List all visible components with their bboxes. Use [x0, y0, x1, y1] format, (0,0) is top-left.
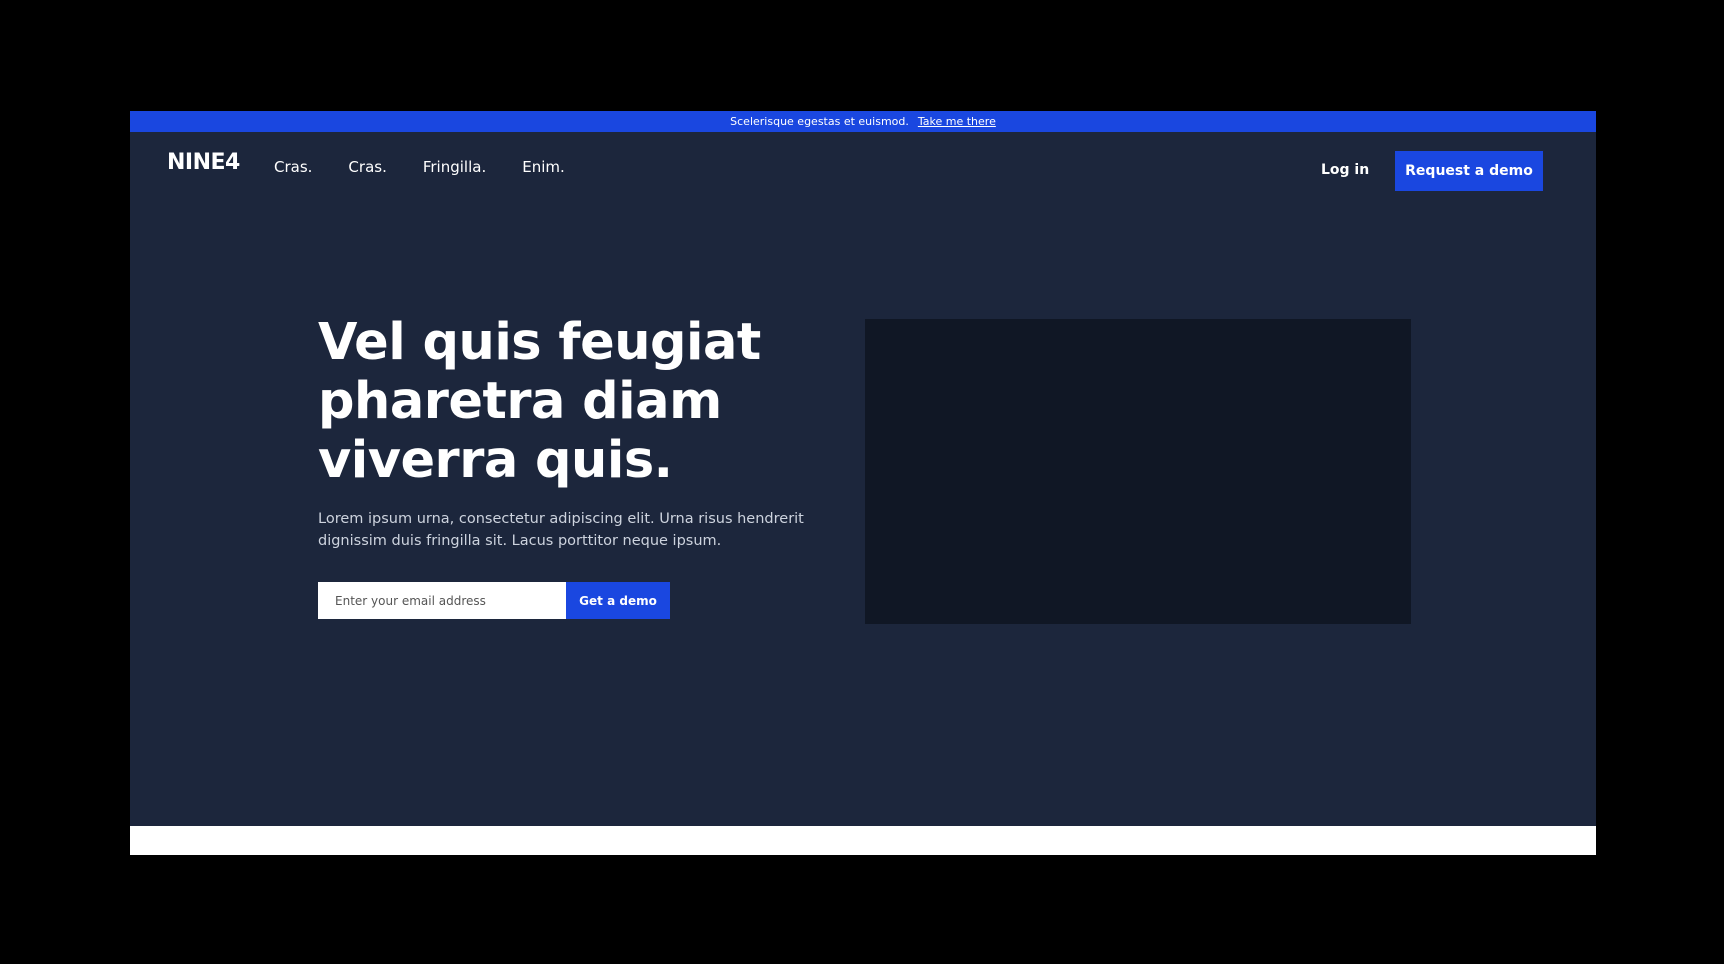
hero-media-placeholder [865, 319, 1411, 624]
announcement-link[interactable]: Take me there [918, 115, 996, 128]
nav-item-enim[interactable]: Enim. [522, 158, 565, 176]
page-frame: Scelerisque egestas et euismod. Take me … [130, 111, 1596, 855]
email-input[interactable] [318, 582, 566, 619]
get-demo-button[interactable]: Get a demo [566, 582, 670, 619]
demo-signup-form: Get a demo [318, 582, 670, 619]
announcement-text: Scelerisque egestas et euismod. [730, 115, 909, 128]
nav-item-fringilla[interactable]: Fringilla. [423, 158, 486, 176]
nav-item-cras-2[interactable]: Cras. [348, 158, 386, 176]
hero-subtitle: Lorem ipsum urna, consectetur adipiscing… [318, 511, 804, 549]
nav-item-cras-1[interactable]: Cras. [274, 158, 312, 176]
footer-strip [130, 826, 1596, 855]
login-link[interactable]: Log in [1321, 162, 1369, 178]
announcement-bar: Scelerisque egestas et euismod. Take me … [130, 111, 1596, 132]
main-nav: Cras. Cras. Fringilla. Enim. [274, 158, 565, 176]
request-demo-button[interactable]: Request a demo [1395, 151, 1543, 191]
hero-title: Vel quis feugiat pharetra diam viverra q… [318, 313, 761, 490]
logo[interactable]: NINE4 [167, 152, 240, 174]
